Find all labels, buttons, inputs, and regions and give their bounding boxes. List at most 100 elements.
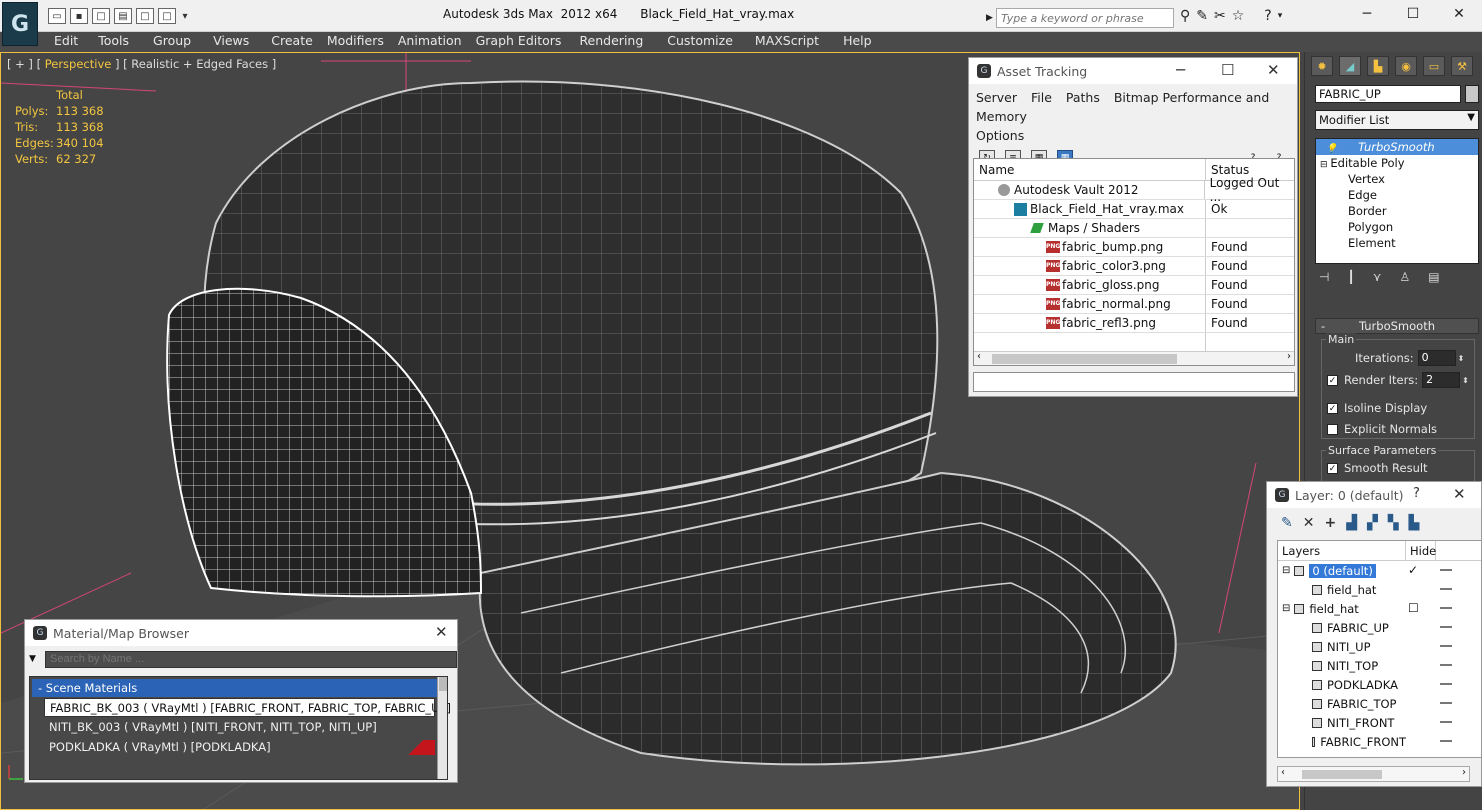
remove-modifier-icon[interactable]: ♙ xyxy=(1399,270,1410,284)
favorites-star-icon[interactable]: ☆ xyxy=(1232,8,1245,24)
undo-icon[interactable]: □ xyxy=(136,8,154,24)
pin-stack-icon[interactable]: ⊣ xyxy=(1319,270,1329,284)
menu-maxscript[interactable]: MAXScript xyxy=(755,32,819,52)
spinner-arrows-icon[interactable]: ⬍ xyxy=(1462,376,1469,385)
configure-sets-icon[interactable]: ▤ xyxy=(1428,270,1439,284)
display-tab-icon[interactable]: ▭ xyxy=(1423,56,1445,76)
viewport-view-name[interactable]: Perspective xyxy=(41,57,115,71)
stack-subobject-item[interactable]: Element xyxy=(1316,235,1478,251)
app-logo-icon[interactable]: G xyxy=(2,2,38,46)
select-objects-icon[interactable]: ▟ xyxy=(1346,515,1357,531)
asset-row[interactable]: Maps / Shaders xyxy=(974,219,1294,238)
scroll-right-icon[interactable]: › xyxy=(1462,767,1466,778)
current-layer-check-icon[interactable]: ✓ xyxy=(1408,563,1418,577)
stack-subobject-item[interactable]: Vertex xyxy=(1316,171,1478,187)
scroll-right-icon[interactable]: › xyxy=(1287,351,1291,362)
layer-object-row[interactable]: NITI_TOP xyxy=(1278,656,1481,675)
asset-path-field[interactable] xyxy=(973,372,1295,392)
show-end-result-icon[interactable]: ┃ xyxy=(1347,270,1354,284)
material-vertical-scrollbar[interactable] xyxy=(437,677,447,779)
scroll-left-icon[interactable]: ‹ xyxy=(977,351,981,362)
highlight-layer-icon[interactable]: ▞ xyxy=(1367,515,1378,531)
utilities-tab-icon[interactable]: ⚒ xyxy=(1451,56,1473,76)
freeze-all-icon[interactable]: ▙ xyxy=(1409,515,1420,531)
expand-icon[interactable]: ⊟ xyxy=(1282,603,1290,614)
delete-layer-icon[interactable]: ✕ xyxy=(1303,515,1315,531)
isoline-checkbox[interactable]: ✓ xyxy=(1327,402,1338,414)
smooth-result-checkbox[interactable]: ✓ xyxy=(1327,462,1338,474)
save-icon[interactable]: ▪ xyxy=(70,8,88,24)
close-button[interactable]: ✕ xyxy=(1453,485,1466,503)
hide-toggle[interactable] xyxy=(1440,702,1452,704)
object-name-field[interactable]: FABRIC_UP xyxy=(1315,85,1461,103)
layer-object-row[interactable]: NITI_UP xyxy=(1278,637,1481,656)
hide-toggle[interactable] xyxy=(1440,683,1452,685)
scroll-thumb[interactable] xyxy=(439,677,447,691)
hierarchy-tab-icon[interactable]: ▙ xyxy=(1367,56,1389,76)
minimize-button[interactable]: ─ xyxy=(1176,61,1185,79)
layer-row[interactable]: ⊟ 0 (default) ✓ xyxy=(1278,561,1481,580)
search-expand-icon[interactable]: ▶ xyxy=(986,8,996,28)
menu-paths[interactable]: Paths xyxy=(1066,90,1100,105)
maximize-button[interactable]: ☐ xyxy=(1221,61,1234,79)
hide-all-icon[interactable]: ▚ xyxy=(1388,515,1399,531)
menu-views[interactable]: Views xyxy=(213,32,249,52)
help-dropdown-icon[interactable]: ▾ xyxy=(1278,11,1283,24)
asset-row[interactable]: PNG fabric_gloss.png Found xyxy=(974,276,1294,295)
iterations-spinner[interactable]: 0 xyxy=(1417,350,1456,366)
lightbulb-icon[interactable]: 💡 xyxy=(1326,144,1340,154)
stack-modifier-item[interactable]: ⊟ Editable Poly xyxy=(1316,155,1478,171)
binoculars-icon[interactable]: ⚲ xyxy=(1180,8,1190,24)
hide-toggle[interactable] xyxy=(1440,645,1452,647)
menu-animation[interactable]: Animation xyxy=(398,32,462,52)
stack-subobject-item[interactable]: Polygon xyxy=(1316,219,1478,235)
qa-dropdown-icon[interactable]: ▾ xyxy=(180,8,190,24)
stack-subobject-item[interactable]: Edge xyxy=(1316,187,1478,203)
layer-object-row[interactable]: FABRIC_TOP xyxy=(1278,694,1481,713)
menu-options[interactable]: Options xyxy=(976,128,1024,143)
help-button[interactable]: ? xyxy=(1413,486,1420,501)
menu-bitmap-performance[interactable]: Bitmap Performance and Memory xyxy=(976,90,1269,124)
help-icon[interactable]: ? xyxy=(1264,8,1271,24)
asset-row[interactable]: PNG fabric_normal.png Found xyxy=(974,295,1294,314)
object-color-swatch[interactable] xyxy=(1465,85,1479,103)
menu-create[interactable]: Create xyxy=(271,32,313,52)
hide-toggle[interactable] xyxy=(1440,626,1452,628)
render-iters-checkbox[interactable]: ✓ xyxy=(1327,374,1338,386)
menu-edit[interactable]: Edit xyxy=(54,32,78,52)
scroll-left-icon[interactable]: ‹ xyxy=(1281,767,1285,778)
viewport-label[interactable]: [ + ] [ Perspective ] [ Realistic + Edge… xyxy=(7,57,276,71)
column-name[interactable]: Name xyxy=(974,159,1206,180)
material-item[interactable]: NITI_BK_003 ( VRayMtl ) [NITI_FRONT, NIT… xyxy=(44,718,435,737)
viewport-plus-menu[interactable]: [ + ] [ xyxy=(7,57,41,71)
column-layers[interactable]: Layers xyxy=(1278,541,1406,560)
communication-icon[interactable]: ✂ xyxy=(1214,8,1226,24)
turbosmooth-rollout-header[interactable]: - TurboSmooth xyxy=(1315,318,1479,334)
create-tab-icon[interactable]: ✹ xyxy=(1311,56,1333,76)
layer-object-row[interactable]: FABRIC_UP xyxy=(1278,618,1481,637)
stack-modifier-item[interactable]: 💡 TurboSmooth xyxy=(1316,139,1478,155)
open-folder-icon[interactable]: ▭ xyxy=(48,8,66,24)
menu-group[interactable]: Group xyxy=(153,32,191,52)
layer-object-row[interactable]: NITI_FRONT xyxy=(1278,713,1481,732)
asset-row[interactable]: PNG fabric_refl3.png Found xyxy=(974,314,1294,333)
hold-icon[interactable]: ▤ xyxy=(114,8,132,24)
layer-object-row[interactable]: PODKLADKA xyxy=(1278,675,1481,694)
hide-toggle[interactable] xyxy=(1440,607,1452,609)
column-hide[interactable]: Hide xyxy=(1406,541,1436,560)
close-button[interactable]: ✕ xyxy=(1267,61,1280,79)
set-current-box-icon[interactable]: ☐ xyxy=(1408,601,1419,615)
layer-object-row[interactable]: FABRIC_FRONT xyxy=(1278,732,1481,751)
menu-server[interactable]: Server xyxy=(976,90,1017,105)
redo-icon[interactable]: □ xyxy=(158,8,176,24)
maximize-button[interactable]: ☐ xyxy=(1390,0,1436,28)
menu-file[interactable]: File xyxy=(1031,90,1052,105)
spinner-arrows-icon[interactable]: ⬍ xyxy=(1458,354,1465,363)
modifier-list-dropdown[interactable]: Modifier List ▼ xyxy=(1315,110,1479,130)
scene-materials-group[interactable]: - Scene Materials xyxy=(32,679,445,697)
layer-object-row[interactable]: field_hat xyxy=(1278,580,1481,599)
scroll-thumb[interactable] xyxy=(992,354,1177,364)
expand-icon[interactable]: ⊟ xyxy=(1282,565,1290,576)
new-file-icon[interactable]: □ xyxy=(92,8,110,24)
motion-tab-icon[interactable]: ◉ xyxy=(1395,56,1417,76)
